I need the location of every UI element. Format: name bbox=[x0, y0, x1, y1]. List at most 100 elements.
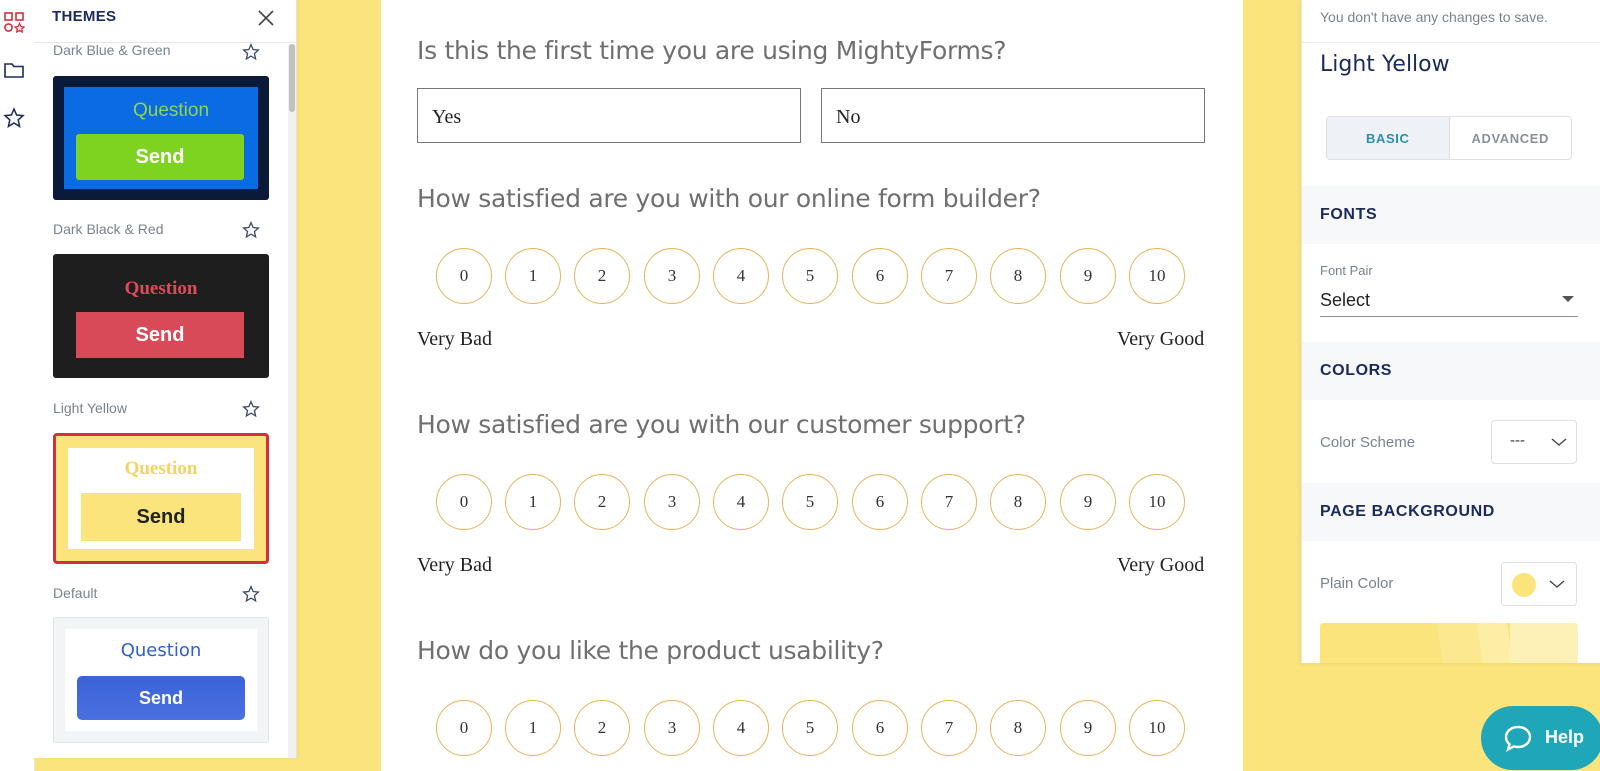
theme-settings-panel: You don't have any changes to save. Ligh… bbox=[1301, 0, 1600, 663]
rating-option[interactable]: 5 bbox=[782, 248, 838, 304]
divider bbox=[1302, 42, 1600, 43]
rating-option[interactable]: 3 bbox=[644, 474, 700, 530]
rating-option[interactable]: 8 bbox=[990, 248, 1046, 304]
theme-preview-default[interactable]: Question Send bbox=[53, 617, 269, 743]
rating-option[interactable]: 9 bbox=[1060, 700, 1116, 756]
rating-option[interactable]: 1 bbox=[505, 474, 561, 530]
icon-rail bbox=[0, 0, 35, 771]
chevron-down-icon bbox=[1550, 435, 1568, 453]
preview-question: Question bbox=[124, 458, 198, 479]
font-pair-label: Font Pair bbox=[1320, 263, 1373, 278]
rating-option[interactable]: 3 bbox=[644, 248, 700, 304]
question-title: How satisfied are you with our online fo… bbox=[417, 184, 1041, 213]
preview-question: Question bbox=[120, 640, 202, 661]
rating-option[interactable]: 7 bbox=[921, 248, 977, 304]
color-swatch bbox=[1512, 573, 1536, 597]
favorite-star-icon[interactable] bbox=[242, 399, 260, 418]
rating-option[interactable]: 7 bbox=[921, 700, 977, 756]
themes-panel: THEMES Dark Blue & Green Question Send D… bbox=[34, 0, 297, 758]
rating-option[interactable]: 4 bbox=[713, 474, 769, 530]
question-title: How do you like the product usability? bbox=[417, 636, 884, 665]
rating-option[interactable]: 10 bbox=[1129, 474, 1185, 530]
rating-option[interactable]: 5 bbox=[782, 700, 838, 756]
theme-preview-light-yellow[interactable]: Question Send bbox=[53, 433, 269, 564]
rating-option[interactable]: 4 bbox=[713, 700, 769, 756]
option-no[interactable]: No bbox=[821, 88, 1205, 143]
theme-name: Default bbox=[53, 585, 98, 601]
save-status-message: You don't have any changes to save. bbox=[1320, 9, 1548, 25]
preview-question: Question bbox=[132, 100, 210, 121]
rating-option[interactable]: 4 bbox=[713, 248, 769, 304]
plain-color-select[interactable] bbox=[1501, 562, 1577, 606]
close-icon[interactable] bbox=[256, 8, 276, 28]
question-title: How satisfied are you with our customer … bbox=[417, 410, 1026, 439]
preview-question: Question bbox=[124, 278, 198, 299]
rating-option[interactable]: 8 bbox=[990, 700, 1046, 756]
star-icon[interactable] bbox=[3, 107, 25, 129]
font-pair-value: Select bbox=[1320, 290, 1371, 310]
help-label: Help bbox=[1545, 727, 1585, 747]
section-title: FONTS bbox=[1320, 206, 1378, 223]
scrollbar-thumb[interactable] bbox=[289, 44, 295, 112]
scale-high-label: Very Good bbox=[1117, 554, 1205, 576]
scale-low-label: Very Bad bbox=[417, 554, 492, 576]
rating-option[interactable]: 7 bbox=[921, 474, 977, 530]
chat-bubble-icon bbox=[1503, 724, 1533, 757]
favorite-star-icon[interactable] bbox=[242, 220, 260, 239]
scale-high-label: Very Good bbox=[1117, 328, 1205, 350]
rating-option[interactable]: 1 bbox=[505, 700, 561, 756]
rating-option[interactable]: 0 bbox=[436, 700, 492, 756]
background-color-preview[interactable] bbox=[1320, 623, 1578, 663]
tab-advanced[interactable]: ADVANCED bbox=[1449, 117, 1571, 159]
rating-option[interactable]: 8 bbox=[990, 474, 1046, 530]
section-title: COLORS bbox=[1320, 362, 1393, 379]
caret-down-icon bbox=[1562, 296, 1574, 302]
help-button[interactable]: Help bbox=[1481, 706, 1600, 770]
question-title: Is this the first time you are using Mig… bbox=[417, 36, 1007, 65]
theme-name: Dark Blue & Green bbox=[53, 43, 171, 58]
rating-option[interactable]: 2 bbox=[574, 248, 630, 304]
rating-option[interactable]: 9 bbox=[1060, 248, 1116, 304]
rating-option[interactable]: 10 bbox=[1129, 248, 1185, 304]
folder-icon[interactable] bbox=[3, 59, 25, 81]
rating-option[interactable]: 2 bbox=[574, 474, 630, 530]
section-title: PAGE BACKGROUND bbox=[1320, 503, 1495, 520]
rating-scale: 0 1 2 3 4 5 6 7 8 9 10 bbox=[436, 474, 1196, 532]
rating-option[interactable]: 0 bbox=[436, 248, 492, 304]
rating-option[interactable]: 1 bbox=[505, 248, 561, 304]
scale-low-label: Very Bad bbox=[417, 328, 492, 350]
rating-option[interactable]: 3 bbox=[644, 700, 700, 756]
themes-scrollbar[interactable] bbox=[288, 44, 296, 758]
rating-option[interactable]: 0 bbox=[436, 474, 492, 530]
option-yes[interactable]: Yes bbox=[417, 88, 801, 143]
tab-basic[interactable]: BASIC bbox=[1327, 117, 1450, 159]
rating-option[interactable]: 10 bbox=[1129, 700, 1185, 756]
apps-icon[interactable] bbox=[3, 11, 25, 33]
rating-option[interactable]: 6 bbox=[852, 474, 908, 530]
theme-preview-dark-black-red[interactable]: Question Send bbox=[53, 254, 269, 378]
rating-option[interactable]: 6 bbox=[852, 248, 908, 304]
theme-preview-dark-blue-green[interactable]: Question Send bbox=[53, 76, 269, 200]
rating-option[interactable]: 9 bbox=[1060, 474, 1116, 530]
colors-section-header: COLORS bbox=[1302, 342, 1600, 400]
color-scheme-value: --- bbox=[1510, 432, 1525, 449]
rating-option[interactable]: 6 bbox=[852, 700, 908, 756]
rating-option[interactable]: 2 bbox=[574, 700, 630, 756]
rating-scale: 0 1 2 3 4 5 6 7 8 9 10 bbox=[436, 248, 1196, 306]
rating-option[interactable]: 5 bbox=[782, 474, 838, 530]
preview-send-button: Send bbox=[81, 493, 241, 541]
favorite-star-icon[interactable] bbox=[242, 584, 260, 603]
fonts-section-header: FONTS bbox=[1302, 186, 1600, 244]
plain-color-label: Plain Color bbox=[1320, 575, 1394, 592]
preview-send-button: Send bbox=[76, 312, 244, 358]
settings-tabs: BASIC ADVANCED bbox=[1326, 116, 1572, 160]
color-scheme-label: Color Scheme bbox=[1320, 434, 1416, 451]
font-pair-select[interactable]: Select bbox=[1320, 284, 1578, 317]
form-canvas: Is this the first time you are using Mig… bbox=[381, 0, 1243, 771]
preview-send-button: Send bbox=[77, 676, 245, 720]
favorite-star-icon[interactable] bbox=[242, 43, 260, 61]
color-scheme-select[interactable]: --- bbox=[1491, 420, 1577, 464]
themes-title: THEMES bbox=[52, 8, 117, 25]
themes-list[interactable]: Dark Blue & Green Question Send Dark Bla… bbox=[34, 43, 296, 757]
theme-name: Light Yellow bbox=[53, 400, 127, 416]
